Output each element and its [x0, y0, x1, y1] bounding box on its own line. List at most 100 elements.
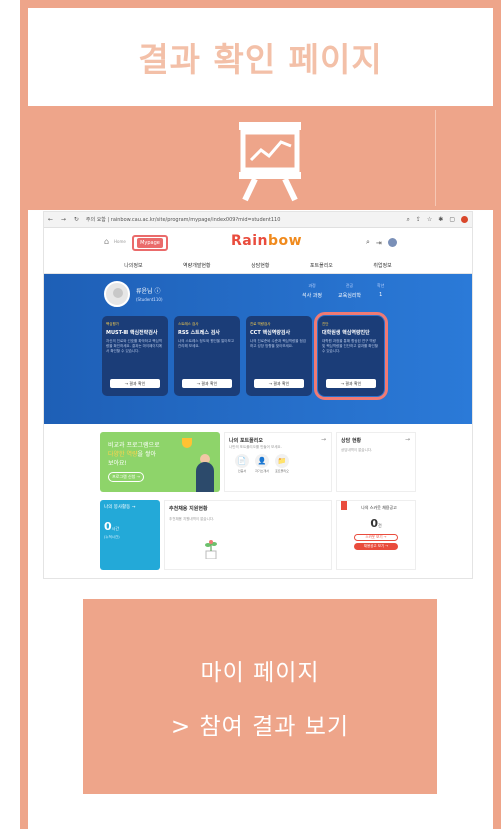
card-desc: 나의 스트레스 정도와 원인을 알아보고 관리해 보세요.: [178, 339, 234, 348]
rainbow-logo[interactable]: Rainbow: [231, 233, 302, 249]
card-tag: 핵심평가: [106, 322, 119, 326]
profile-block: 류윤님 ⓘ (Student110): [104, 281, 163, 307]
browser-bar: ← → ↻ 주의 요함 | rainbow.cau.ac.kr/site/pro…: [44, 212, 472, 228]
home-label[interactable]: Home: [114, 239, 126, 244]
stat-value: 1: [379, 292, 383, 298]
view-result-button[interactable]: → 결과 확인: [254, 379, 304, 388]
stat-label: 과정: [308, 283, 316, 288]
window-icon[interactable]: ▢: [449, 216, 455, 224]
share-icon[interactable]: ⇪: [416, 216, 421, 224]
stat-year: 학년 1: [377, 283, 384, 299]
url-bar[interactable]: 주의 요함 | rainbow.cau.ac.kr/site/program/m…: [86, 216, 407, 223]
mypage-screenshot: ← → ↻ 주의 요함 | rainbow.cau.ac.kr/site/pro…: [44, 212, 472, 578]
certificate-icon[interactable]: 📄: [235, 454, 249, 468]
portfolio-item-label: 인증서: [237, 469, 247, 473]
browser-controls: ⌕ ⇪ ☆ ✱ ▢: [407, 215, 468, 224]
volunteer-unit: 시간: [111, 526, 120, 531]
recommend-empty: 추천채용 지원내역이 없습니다.: [169, 517, 215, 521]
arrow-right-icon[interactable]: →: [405, 436, 410, 443]
person-illustration: [196, 462, 214, 492]
icon-band-divider: [435, 110, 436, 206]
card-desc: 나의 진로준비 수준과 핵심역량을 점검하고 성장 방향을 찾아보세요.: [250, 339, 306, 348]
portfolio-icons: 📄 👤 📁: [229, 454, 327, 468]
logo-tail: bow: [268, 233, 303, 249]
menu-item-competency[interactable]: 역량개발현황: [183, 262, 211, 269]
view-jobs-button[interactable]: 채용공고 보기 →: [354, 543, 398, 550]
assessment-card-cct: 진로 역량검사 CCT 핵심역량검사 나의 진로준비 수준과 핵심역량을 점검하…: [246, 316, 312, 396]
card-title: RSS 스트레스 검사: [178, 330, 220, 336]
search-icon[interactable]: ⌕: [407, 216, 410, 224]
main-menu: 나의정보 역량개발현황 상담현황 포트폴리오 취업정보: [44, 258, 472, 274]
flag-icon: [341, 501, 347, 510]
arrow-right-icon[interactable]: →: [321, 436, 326, 443]
scout-number: 0: [370, 517, 378, 530]
program-apply-button[interactable]: 프로그램 신청 →: [108, 472, 144, 482]
assessment-card-must: 핵심평가 MUST-Ⅲ 핵심전략검사 자신의 진로와 선호를 파악하고 핵심역량…: [102, 316, 168, 396]
view-result-button[interactable]: → 결과 확인: [326, 379, 376, 388]
menu-item-counsel[interactable]: 상담현황: [251, 262, 269, 269]
stat-value: 석사 과정: [302, 293, 322, 299]
card-tag: 진로 역량검사: [250, 322, 271, 326]
volunteer-title: 나의 봉사활동 →: [104, 505, 136, 510]
slide-title: 결과 확인 페이지: [138, 40, 383, 79]
menu-item-jobs[interactable]: 취업정보: [373, 262, 391, 269]
star-icon[interactable]: ☆: [427, 216, 432, 224]
card-title: 대학원생 핵심역량진단: [322, 330, 370, 336]
icon-band: [28, 106, 493, 210]
banner-line1: 비교과 프로그램으로: [108, 442, 160, 449]
recommend-panel: 추천채용 지원현황 추천채용 지원내역이 없습니다.: [164, 500, 332, 570]
scout-panel: 나의 스카웃 채용공고 0건 스카웃 보기 → 채용공고 보기 →: [336, 500, 416, 570]
cta-box: 마이 페이지 > 참여 결과 보기: [83, 599, 437, 794]
portfolio-title: 나의 포트폴리오: [229, 438, 263, 444]
view-result-button[interactable]: → 결과 확인: [110, 379, 160, 388]
logout-icon[interactable]: ⇥: [376, 239, 382, 247]
portfolio-icon[interactable]: 📁: [275, 454, 289, 468]
volunteer-sub: (누적시간): [104, 535, 120, 539]
info-row: 비교과 프로그램으로 다양한 역량을 쌓아 보아요! 프로그램 신청 → 나의 …: [100, 432, 416, 496]
consult-panel: 상담 현황 → 상담내역이 없습니다.: [336, 432, 416, 492]
volunteer-panel[interactable]: 나의 봉사활동 → 0시간 (누적시간): [100, 500, 160, 570]
stat-course: 과정 석사 과정: [302, 283, 322, 299]
scout-title: 나의 스카웃 채용공고: [361, 505, 397, 510]
profile-area: 류윤님 ⓘ (Student110) 과정 석사 과정 전공 교육심리학 학년 …: [44, 274, 472, 424]
card-tag: 진단: [322, 322, 329, 326]
stat-value: 교육심리학: [338, 293, 362, 299]
card-tag: 스트레스 검사: [178, 322, 199, 326]
recommend-title: 추천채용 지원현황: [169, 506, 208, 512]
view-scout-button[interactable]: 스카웃 보기 →: [354, 534, 398, 541]
self-intro-icon[interactable]: 👤: [255, 454, 269, 468]
banner-line2-tail: 을 쌓아: [137, 451, 156, 458]
site-header: ⌂ Home Mypage Rainbow ⌕ ⇥: [44, 228, 472, 258]
card-title: MUST-Ⅲ 핵심전략검사: [106, 330, 158, 336]
menu-item-myinfo[interactable]: 나의정보: [124, 262, 142, 269]
portfolio-panel: 나의 포트폴리오 나만의 포트폴리오를 만들어 보세요. → 📄 👤 📁 인증서…: [224, 432, 332, 492]
menu-item-portfolio[interactable]: 포트폴리오: [310, 262, 333, 269]
program-banner[interactable]: 비교과 프로그램으로 다양한 역량을 쌓아 보아요! 프로그램 신청 →: [100, 432, 220, 492]
banner-line2: 다양한 역량을 쌓아: [108, 449, 156, 458]
cta-line1: 마이 페이지: [200, 659, 320, 686]
browser-nav-icons[interactable]: ← → ↻: [48, 216, 82, 223]
home-icon[interactable]: ⌂: [104, 237, 109, 246]
scout-count: 0건: [341, 517, 411, 530]
user-avatar-icon[interactable]: [387, 238, 397, 247]
stat-label: 전공: [345, 283, 354, 288]
profile-name[interactable]: 류윤님 ⓘ: [136, 286, 163, 295]
slide-top-band: [20, 0, 501, 8]
volunteer-count: 0시간: [104, 520, 156, 533]
logo-main: Rain: [231, 233, 268, 249]
avatar: [104, 281, 130, 307]
status-row: 나의 봉사활동 → 0시간 (누적시간) 추천채용 지원현황 추천채용 지원내역…: [100, 500, 416, 572]
assessment-card-rss: 스트레스 검사 RSS 스트레스 검사 나의 스트레스 정도와 원인을 알아보고…: [174, 316, 240, 396]
stat-label: 학년: [377, 283, 385, 288]
consult-title: 상담 현황: [341, 438, 362, 444]
view-result-button[interactable]: → 결과 확인: [182, 379, 232, 388]
portfolio-labels: 인증서 자기소개서 포트폴리오: [229, 469, 327, 473]
mypage-button[interactable]: Mypage: [132, 235, 168, 251]
profile-icon[interactable]: [461, 215, 468, 223]
extension-icon[interactable]: ✱: [438, 216, 443, 224]
portfolio-item-label: 포트폴리오: [275, 469, 289, 473]
banner-line3: 보아요!: [108, 460, 127, 467]
profile-id: (Student110): [136, 297, 163, 302]
trophy-icon: [182, 438, 192, 448]
search-icon[interactable]: ⌕: [366, 238, 370, 247]
